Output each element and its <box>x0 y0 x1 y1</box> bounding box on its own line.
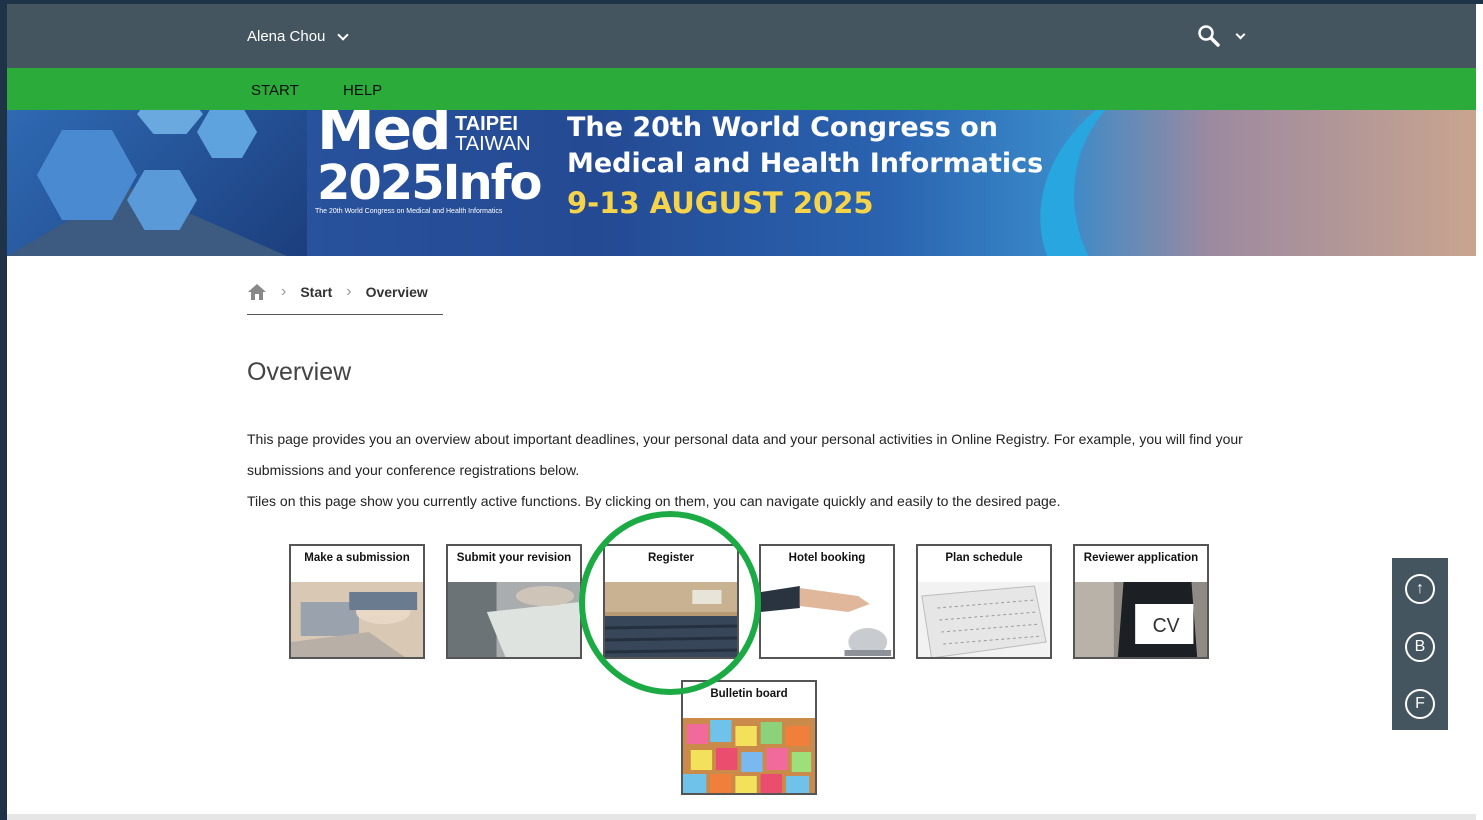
logo-text-2025info: 2025Info <box>317 155 542 211</box>
user-name: Alena Chou <box>247 28 326 45</box>
logo-caption: The 20th World Congress on Medical and H… <box>315 208 503 215</box>
banner-date: 9-13 AUGUST 2025 <box>567 186 874 220</box>
home-icon[interactable] <box>247 283 267 301</box>
tile-hotel-booking[interactable]: Hotel booking <box>759 544 895 659</box>
b-icon: B <box>1414 638 1426 655</box>
banner-title-line2: Medical and Health Informatics <box>567 148 1044 179</box>
search-menu[interactable] <box>1197 24 1246 48</box>
cv-card-photo-icon: CV <box>1075 582 1207 657</box>
tile-reviewer-application[interactable]: Reviewer application CV <box>1073 544 1209 659</box>
scroll-to-top-button[interactable]: ↑ <box>1405 574 1435 604</box>
tile-bulletin-board[interactable]: Bulletin board <box>681 680 817 795</box>
logo-location: TAIPEI TAIWAN <box>455 114 531 154</box>
banner-title: The 20th World Congress on Medical and H… <box>567 110 1043 182</box>
tile-make-submission[interactable]: Make a submission <box>289 544 425 659</box>
breadcrumb-start[interactable]: Start <box>300 284 332 300</box>
top-bar: Alena Chou <box>7 4 1476 68</box>
conference-banner: Med 2025Info TAIPEI TAIWAN The 20th Worl… <box>7 110 1476 256</box>
logo-country: TAIWAN <box>455 133 531 155</box>
tile-submit-revision[interactable]: Submit your revision <box>446 544 582 659</box>
intro-paragraph-2: Tiles on this page show you currently ac… <box>247 493 1061 509</box>
nav-start[interactable]: START <box>251 82 299 99</box>
chevron-down-icon <box>337 28 350 41</box>
page-title: Overview <box>247 358 352 386</box>
tile-label: Reviewer application <box>1083 552 1199 564</box>
intro-text: This page provides you an overview about… <box>247 424 1247 517</box>
arrow-up-icon: ↑ <box>1416 580 1424 597</box>
banner-title-line1: The 20th World Congress on <box>567 112 998 143</box>
breadcrumb-overview[interactable]: Overview <box>366 284 428 300</box>
breadcrumb: › Start › Overview <box>247 280 443 315</box>
logo-city: TAIPEI <box>455 113 518 135</box>
banner-swoosh <box>1002 110 1392 256</box>
intro-paragraph-1: This page provides you an overview about… <box>247 431 1243 478</box>
main-nav: START HELP <box>7 68 1476 110</box>
calendar-photo-icon <box>918 582 1050 657</box>
service-bell-photo-icon <box>761 582 893 657</box>
f-icon: F <box>1415 695 1425 712</box>
bottom-divider <box>7 814 1476 820</box>
tile-label: Submit your revision <box>456 552 572 564</box>
nav-help[interactable]: HELP <box>343 82 382 99</box>
tile-label: Bulletin board <box>710 688 788 700</box>
chevron-down-icon <box>1235 29 1246 39</box>
tile-label: Hotel booking <box>788 552 866 564</box>
laptop-documents-photo-icon <box>448 582 580 657</box>
highlight-circle <box>579 511 761 695</box>
chevron-right-icon: › <box>346 283 352 300</box>
tile-label: Make a submission <box>304 552 410 564</box>
svg-text:CV: CV <box>1153 615 1181 637</box>
side-toolbar: ↑ B F <box>1392 558 1448 730</box>
search-icon <box>1198 25 1220 47</box>
chevron-right-icon: › <box>281 283 287 300</box>
tile-label: Plan schedule <box>945 552 1023 564</box>
sticky-notes-photo-icon <box>683 718 815 793</box>
user-menu[interactable]: Alena Chou <box>247 28 350 45</box>
f-button[interactable]: F <box>1405 689 1435 719</box>
laptop-typing-photo-icon <box>291 582 423 657</box>
tile-plan-schedule[interactable]: Plan schedule <box>916 544 1052 659</box>
b-button[interactable]: B <box>1405 632 1435 662</box>
banner-hex-graphic <box>7 110 307 256</box>
